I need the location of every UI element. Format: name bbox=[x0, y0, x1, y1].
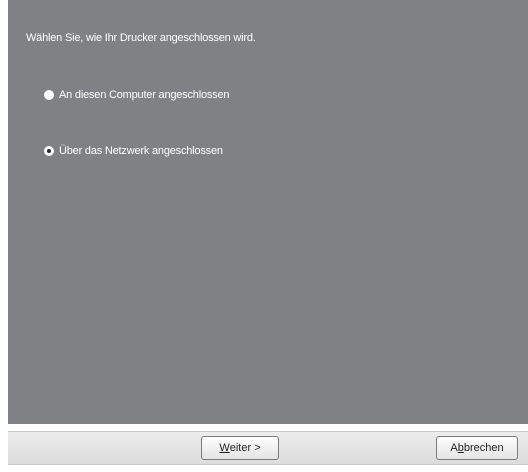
cancel-button[interactable]: Ab brechen bbox=[436, 436, 518, 460]
next-label: eiter > bbox=[229, 442, 261, 454]
cancel-label-start: A bbox=[450, 442, 458, 454]
radio-button-selected[interactable] bbox=[44, 146, 54, 156]
next-button[interactable]: Weiter > bbox=[201, 436, 279, 460]
printer-connection-dialog: Wählen Sie, wie Ihr Drucker angeschlosse… bbox=[8, 0, 528, 472]
option-local-computer-label: An diesen Computer angeschlossen bbox=[59, 89, 230, 101]
option-network[interactable]: Über das Netzwerk angeschlossen bbox=[44, 145, 223, 157]
content-panel: Wählen Sie, wie Ihr Drucker angeschlosse… bbox=[8, 0, 528, 424]
footer: Weiter > Ab brechen bbox=[8, 424, 528, 472]
radio-button-unselected[interactable] bbox=[44, 90, 54, 100]
cancel-label-rest: brechen bbox=[463, 442, 504, 454]
next-accelerator: W bbox=[219, 442, 230, 454]
radio-selected-dot bbox=[47, 149, 51, 153]
button-bar: Weiter > Ab brechen bbox=[8, 431, 528, 465]
option-local-computer[interactable]: An diesen Computer angeschlossen bbox=[44, 89, 230, 101]
option-network-label: Über das Netzwerk angeschlossen bbox=[59, 145, 223, 157]
connection-prompt: Wählen Sie, wie Ihr Drucker angeschlosse… bbox=[26, 32, 256, 44]
